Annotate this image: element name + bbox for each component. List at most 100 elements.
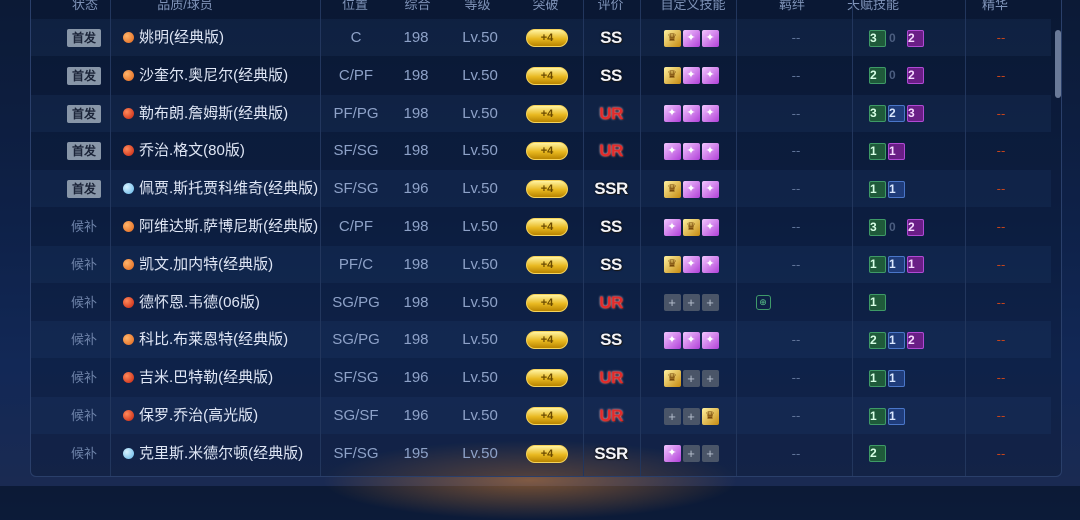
status-cell[interactable]: 候补 xyxy=(61,208,107,245)
custom-skills-cell[interactable]: ♛ + + xyxy=(641,359,741,396)
status-cell[interactable]: 候补 xyxy=(61,435,107,472)
custom-skills-cell[interactable]: ♛ ✦ ✦ xyxy=(641,170,741,207)
purple-skill-icon[interactable]: ✦ xyxy=(701,331,719,349)
custom-skills-cell[interactable]: ♛ ✦ ✦ xyxy=(641,246,741,283)
purple-skill-icon[interactable]: ✦ xyxy=(663,331,681,349)
purple-skill-icon[interactable]: ✦ xyxy=(663,105,681,123)
player-name-cell[interactable]: 阿维达斯.萨博尼斯(经典版) xyxy=(123,208,343,245)
purple-skill-icon[interactable]: ✦ xyxy=(701,105,719,123)
bond-icon[interactable]: ⊕ xyxy=(755,295,771,311)
player-row[interactable]: 首发 沙奎尔.奥尼尔(经典版) C/PF 198 Lv.50 +4 SS ♛ ✦ ✦ -- 2 0 2 -- xyxy=(31,57,1051,94)
player-name-cell[interactable]: 姚明(经典版) xyxy=(123,19,343,56)
player-name-cell[interactable]: 佩贾.斯托贾科维奇(经典版) xyxy=(123,170,343,207)
player-name-cell[interactable]: 德怀恩.韦德(06版) xyxy=(123,284,343,321)
player-row[interactable]: 首发 姚明(经典版) C 198 Lv.50 +4 SS ♛ ✦ ✦ -- 3 0 2 -- xyxy=(31,19,1051,56)
status-cell[interactable]: 首发 xyxy=(61,57,107,94)
gold-skill-icon[interactable]: ♛ xyxy=(663,256,681,274)
quality-dot-icon xyxy=(123,296,134,308)
status-cell[interactable]: 首发 xyxy=(61,19,107,56)
purple-skill-icon[interactable]: ✦ xyxy=(701,256,719,274)
gold-skill-icon[interactable]: ♛ xyxy=(663,29,681,47)
status-cell[interactable]: 候补 xyxy=(61,359,107,396)
status-cell[interactable]: 候补 xyxy=(61,321,107,358)
player-row[interactable]: 首发 乔治.格文(80版) SF/SG 198 Lv.50 +4 UR ✦ ✦ ✦ -- 1 1 -- xyxy=(31,132,1051,169)
status-cell[interactable]: 首发 xyxy=(61,132,107,169)
add-skill-icon[interactable]: + xyxy=(701,294,719,312)
purple-skill-icon[interactable]: ✦ xyxy=(701,142,719,160)
player-row[interactable]: 候补 克里斯.米德尔顿(经典版) SF/SG 195 Lv.50 +4 SSR ✦ + + -- 2-… xyxy=(31,435,1051,472)
add-skill-icon[interactable]: + xyxy=(682,369,700,387)
player-name-cell[interactable]: 保罗.乔治(高光版) xyxy=(123,397,343,434)
player-row[interactable]: 候补 凯文.加内特(经典版) PF/C 198 Lv.50 +4 SS ♛ ✦ ✦ -- 1 1 1 -- xyxy=(31,245,1051,283)
add-skill-icon[interactable]: + xyxy=(663,294,681,312)
player-row[interactable]: 候补 德怀恩.韦德(06版) SG/PG 198 Lv.50 +4 UR + + + ⊕ 1 -- xyxy=(31,284,1051,321)
player-name-cell[interactable]: 科比.布莱恩特(经典版) xyxy=(123,321,343,358)
gold-skill-icon[interactable]: ♛ xyxy=(682,218,700,236)
player-row[interactable]: 首发 勒布朗.詹姆斯(经典版) PF/PG 198 Lv.50 +4 UR ✦ ✦ ✦ -- 3 2 3-… xyxy=(31,94,1051,132)
purple-skill-icon[interactable]: ✦ xyxy=(701,218,719,236)
status-cell[interactable]: 首发 xyxy=(61,170,107,207)
player-row[interactable]: 候补 科比.布莱恩特(经典版) SG/PG 198 Lv.50 +4 SS ✦ ✦ ✦ -- 2 1 2-… xyxy=(31,321,1051,359)
purple-skill-icon[interactable]: ✦ xyxy=(682,67,700,85)
add-skill-icon[interactable]: + xyxy=(682,445,700,463)
add-skill-icon[interactable]: + xyxy=(701,445,719,463)
custom-skills-cell[interactable]: ✦ ✦ ✦ xyxy=(641,321,741,358)
elite-cell: -- xyxy=(971,435,1031,472)
custom-skills-cell[interactable]: ✦ + + xyxy=(641,435,741,472)
talent-skills-cell: 111 xyxy=(869,246,969,283)
status-cell[interactable]: 候补 xyxy=(61,246,107,283)
purple-skill-icon[interactable]: ✦ xyxy=(663,142,681,160)
talent-level-badge: 1 xyxy=(888,256,905,274)
purple-skill-icon[interactable]: ✦ xyxy=(682,256,700,274)
purple-skill-icon[interactable]: ✦ xyxy=(682,331,700,349)
purple-skill-icon[interactable]: ✦ xyxy=(663,218,681,236)
player-row[interactable]: 候补 吉米.巴特勒(经典版) SF/SG 196 Lv.50 +4 UR ♛ + + -- 1 1 -- xyxy=(31,359,1051,396)
gold-skill-icon[interactable]: ♛ xyxy=(701,407,719,425)
purple-skill-icon[interactable]: ✦ xyxy=(701,180,719,198)
player-name-cell[interactable]: 勒布朗.詹姆斯(经典版) xyxy=(123,95,343,132)
custom-skills-cell[interactable]: + + + xyxy=(641,284,741,321)
breakthrough-cell: +4 xyxy=(519,397,575,434)
scrollbar[interactable] xyxy=(1055,30,1061,98)
talent-level-badge: 3 xyxy=(869,105,886,123)
overall-cell: 195 xyxy=(386,435,446,472)
player-row[interactable]: 候补 保罗.乔治(高光版) SG/SF 196 Lv.50 +4 UR + + ♛ -- 1 1 -- xyxy=(31,397,1051,434)
player-name-cell[interactable]: 吉米.巴特勒(经典版) xyxy=(123,359,343,396)
custom-skills-cell[interactable]: + + ♛ xyxy=(641,397,741,434)
player-row[interactable]: 候补 阿维达斯.萨博尼斯(经典版) C/PF 198 Lv.50 +4 SS ✦ ♛ ✦ -- 3 0 2… xyxy=(31,208,1051,245)
quality-dot-icon xyxy=(123,183,134,195)
level-cell: Lv.50 xyxy=(449,321,511,358)
purple-skill-icon[interactable]: ✦ xyxy=(682,29,700,47)
add-skill-icon[interactable]: + xyxy=(663,407,681,425)
custom-skills-cell[interactable]: ✦ ✦ ✦ xyxy=(641,95,741,132)
add-skill-icon[interactable]: + xyxy=(701,369,719,387)
custom-skills-cell[interactable]: ♛ ✦ ✦ xyxy=(641,57,741,94)
status-cell[interactable]: 候补 xyxy=(61,284,107,321)
add-skill-icon[interactable]: + xyxy=(682,407,700,425)
player-name-cell[interactable]: 沙奎尔.奥尼尔(经典版) xyxy=(123,57,343,94)
rating-cell: SS xyxy=(583,208,639,245)
player-name-cell[interactable]: 克里斯.米德尔顿(经典版) xyxy=(123,435,343,472)
player-row[interactable]: 首发 佩贾.斯托贾科维奇(经典版) SF/SG 196 Lv.50 +4 SSR ♛ ✦ ✦ -- 1… xyxy=(31,170,1051,208)
status-cell[interactable]: 首发 xyxy=(61,95,107,132)
player-name-cell[interactable]: 乔治.格文(80版) xyxy=(123,132,343,169)
player-name-cell[interactable]: 凯文.加内特(经典版) xyxy=(123,246,343,283)
purple-skill-icon[interactable]: ✦ xyxy=(701,67,719,85)
custom-skills-cell[interactable]: ♛ ✦ ✦ xyxy=(641,19,741,56)
gold-skill-icon[interactable]: ♛ xyxy=(663,369,681,387)
purple-skill-icon[interactable]: ✦ xyxy=(701,29,719,47)
gold-skill-icon[interactable]: ♛ xyxy=(663,67,681,85)
elite-value: -- xyxy=(996,219,1006,234)
purple-skill-icon[interactable]: ✦ xyxy=(682,105,700,123)
purple-skill-icon[interactable]: ✦ xyxy=(682,142,700,160)
purple-skill-icon[interactable]: ✦ xyxy=(663,445,681,463)
rating-cell: UR xyxy=(583,359,639,396)
custom-skills-cell[interactable]: ✦ ✦ ✦ xyxy=(641,132,741,169)
custom-skills-cell[interactable]: ✦ ♛ ✦ xyxy=(641,208,741,245)
talent-level-badge: 2 xyxy=(907,218,924,236)
status-cell[interactable]: 候补 xyxy=(61,397,107,434)
purple-skill-icon[interactable]: ✦ xyxy=(682,180,700,198)
add-skill-icon[interactable]: + xyxy=(682,294,700,312)
talent-level-badge: 2 xyxy=(888,105,905,123)
gold-skill-icon[interactable]: ♛ xyxy=(663,180,681,198)
